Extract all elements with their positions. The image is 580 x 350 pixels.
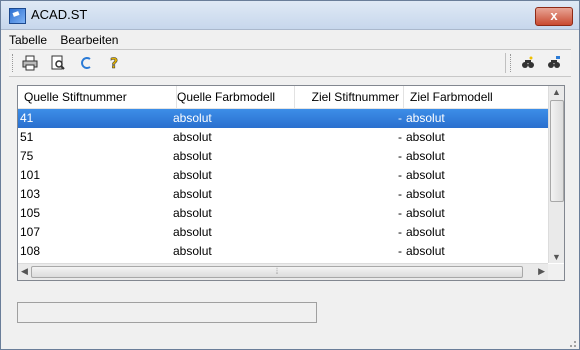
cell-source-model: absolut bbox=[173, 130, 212, 144]
vertical-scrollbar[interactable]: ▲ ▼ bbox=[548, 86, 564, 263]
table-row[interactable]: 51 absolut - absolut bbox=[18, 128, 548, 147]
cell-source-model: absolut bbox=[173, 187, 212, 201]
column-header-target-pen[interactable]: Ziel Stiftnummer bbox=[289, 86, 404, 108]
cell-target-pen: - bbox=[398, 244, 402, 258]
cell-target-model: absolut bbox=[406, 111, 445, 125]
table-row[interactable]: 103 absolut - absolut bbox=[18, 185, 548, 204]
cell-target-model: absolut bbox=[406, 149, 445, 163]
column-header-source-model[interactable]: Quelle Farbmodell bbox=[171, 86, 295, 108]
cell-target-pen: - bbox=[398, 130, 402, 144]
horizontal-scrollbar[interactable]: ◀ ⦙ ▶ bbox=[18, 263, 548, 280]
vertical-scroll-thumb[interactable] bbox=[550, 100, 564, 202]
toolbar-grip[interactable] bbox=[510, 54, 513, 72]
cell-target-model: absolut bbox=[406, 130, 445, 144]
scroll-down-icon[interactable]: ▼ bbox=[552, 252, 561, 262]
cell-source-model: absolut bbox=[173, 244, 212, 258]
find-replace-icon[interactable] bbox=[545, 54, 563, 72]
cell-target-pen: - bbox=[398, 225, 402, 239]
cell-target-model: absolut bbox=[406, 168, 445, 182]
cell-target-model: absolut bbox=[406, 187, 445, 201]
table-body: 41 absolut - absolut 51 absolut - absolut 75 abso… bbox=[18, 109, 548, 261]
window-title: ACAD.ST bbox=[31, 7, 88, 22]
scroll-left-icon[interactable]: ◀ bbox=[21, 266, 28, 277]
status-field bbox=[17, 302, 317, 323]
toolbar: ? bbox=[9, 49, 571, 77]
cell-source-pen: 41 bbox=[20, 111, 34, 125]
cell-source-pen: 108 bbox=[20, 244, 41, 258]
menu-tabelle[interactable]: Tabelle bbox=[9, 33, 47, 47]
svg-text:?: ? bbox=[110, 56, 118, 71]
cell-target-pen: - bbox=[398, 111, 402, 125]
toolbar-separator bbox=[505, 53, 506, 73]
scrollbar-corner bbox=[548, 264, 564, 280]
cell-source-pen: 101 bbox=[20, 168, 41, 182]
cell-source-pen: 103 bbox=[20, 187, 41, 201]
cell-source-pen: 75 bbox=[20, 149, 34, 163]
cell-target-model: absolut bbox=[406, 206, 445, 220]
cell-source-model: absolut bbox=[173, 111, 212, 125]
cell-source-model: absolut bbox=[173, 225, 212, 239]
cell-target-pen: - bbox=[398, 187, 402, 201]
cell-source-model: absolut bbox=[173, 206, 212, 220]
cell-target-model: absolut bbox=[406, 244, 445, 258]
cell-source-model: absolut bbox=[173, 149, 212, 163]
table-row[interactable]: 107 absolut - absolut bbox=[18, 223, 548, 242]
app-icon bbox=[9, 8, 26, 24]
menu-bearbeiten[interactable]: Bearbeiten bbox=[60, 33, 118, 47]
cell-target-model: absolut bbox=[406, 225, 445, 239]
scroll-right-icon[interactable]: ▶ bbox=[538, 266, 545, 277]
main-window: ACAD.ST x Tabelle Bearbeiten ? Quelle St bbox=[0, 0, 580, 350]
scroll-up-icon[interactable]: ▲ bbox=[552, 87, 561, 97]
cell-source-model: absolut bbox=[173, 168, 212, 182]
table-row[interactable]: 41 absolut - absolut bbox=[18, 109, 548, 128]
print-preview-icon[interactable] bbox=[49, 54, 67, 72]
column-header-target-model[interactable]: Ziel Farbmodell bbox=[404, 86, 554, 108]
horizontal-scroll-thumb[interactable]: ⦙ bbox=[31, 266, 523, 278]
cell-target-pen: - bbox=[398, 149, 402, 163]
pen-table[interactable]: Quelle Stiftnummer Quelle Farbmodell Zie… bbox=[17, 85, 565, 281]
table-header: Quelle Stiftnummer Quelle Farbmodell Zie… bbox=[18, 86, 548, 109]
printer-icon[interactable] bbox=[21, 54, 39, 72]
table-row[interactable]: 108 absolut - absolut bbox=[18, 242, 548, 261]
resize-grip-icon[interactable] bbox=[567, 337, 577, 347]
refresh-icon[interactable] bbox=[77, 54, 95, 72]
help-icon[interactable]: ? bbox=[105, 54, 123, 72]
cell-source-pen: 107 bbox=[20, 225, 41, 239]
table-row[interactable]: 105 absolut - absolut bbox=[18, 204, 548, 223]
toolbar-grip[interactable] bbox=[12, 54, 15, 72]
close-button[interactable]: x bbox=[535, 7, 573, 26]
column-header-source-pen[interactable]: Quelle Stiftnummer bbox=[18, 86, 177, 108]
cell-target-pen: - bbox=[398, 168, 402, 182]
cell-target-pen: - bbox=[398, 206, 402, 220]
table-row[interactable]: 75 absolut - absolut bbox=[18, 147, 548, 166]
cell-source-pen: 51 bbox=[20, 130, 34, 144]
cell-source-pen: 105 bbox=[20, 206, 41, 220]
title-bar[interactable]: ACAD.ST x bbox=[1, 1, 579, 30]
table-row[interactable]: 101 absolut - absolut bbox=[18, 166, 548, 185]
find-icon[interactable] bbox=[519, 54, 537, 72]
